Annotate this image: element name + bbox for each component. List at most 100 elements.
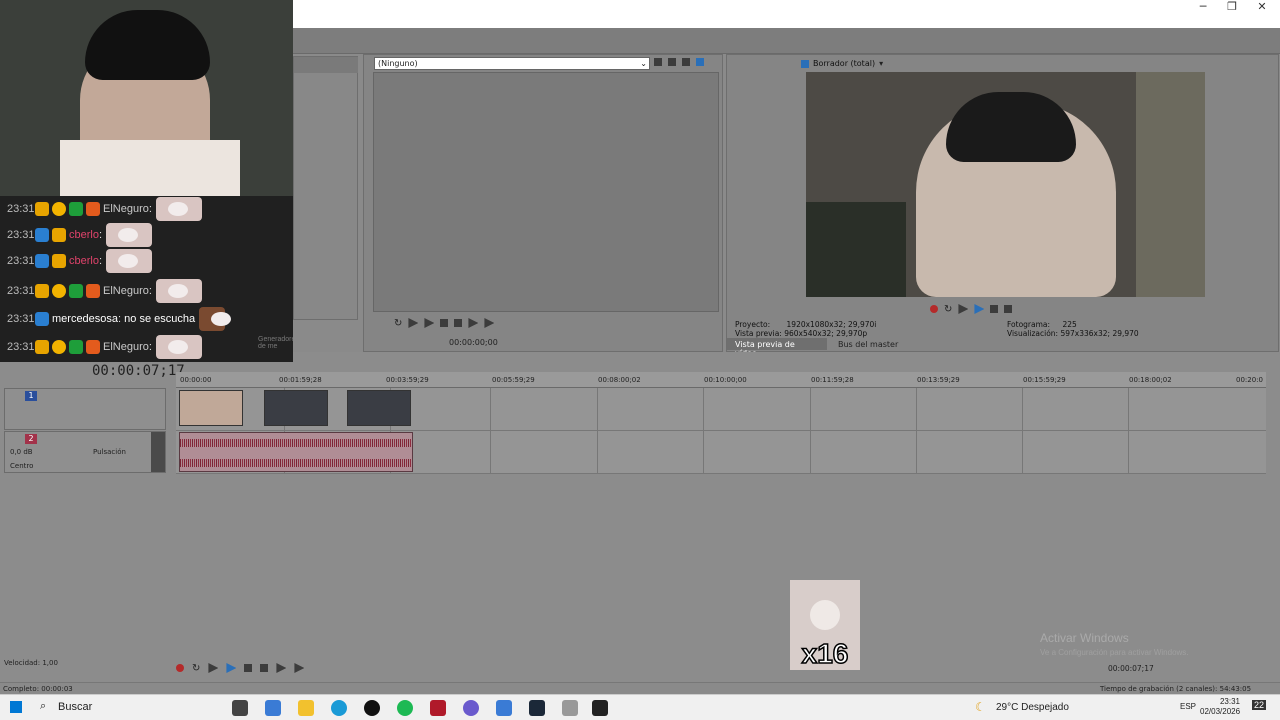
monitor-icon[interactable] bbox=[696, 58, 704, 66]
preview-quality-dropdown[interactable]: Borrador (total) bbox=[813, 59, 875, 68]
ruler-tick: 00:20:0 bbox=[1236, 376, 1263, 384]
stop-icon[interactable] bbox=[260, 664, 269, 672]
clock-date[interactable]: 02/03/2026 bbox=[1200, 707, 1240, 716]
tool-icon[interactable] bbox=[654, 58, 662, 66]
7tv-badge-icon bbox=[86, 340, 100, 354]
chat-time: 23:31 bbox=[7, 285, 35, 297]
audio-meter bbox=[151, 432, 165, 472]
tool-icon[interactable] bbox=[682, 58, 690, 66]
minimize-button[interactable]: ─ bbox=[1189, 0, 1217, 14]
app-icon[interactable] bbox=[562, 700, 578, 716]
audio-clip[interactable] bbox=[179, 432, 413, 472]
vegas-active-icon[interactable] bbox=[592, 700, 608, 716]
video-clip[interactable] bbox=[264, 390, 328, 426]
edge-browser-icon[interactable] bbox=[331, 700, 347, 716]
complete-status: Completo: 00:00:03 bbox=[3, 685, 73, 693]
edge-icon[interactable] bbox=[496, 700, 512, 716]
close-button[interactable]: ✕ bbox=[1248, 0, 1276, 14]
7tv-badge-icon bbox=[86, 284, 100, 298]
fotograma-label: Fotograma: bbox=[1007, 320, 1051, 329]
preview-settings-icon[interactable] bbox=[801, 59, 809, 68]
prime-badge-icon bbox=[35, 228, 49, 242]
chevron-down-icon: ⌄ bbox=[640, 59, 647, 68]
ruler-tick: 00:11:59;28 bbox=[811, 376, 854, 384]
pause-icon[interactable] bbox=[440, 319, 449, 327]
record-icon[interactable] bbox=[930, 305, 938, 313]
ruler-tick: 00:03:59;29 bbox=[386, 376, 429, 384]
video-track-lane[interactable] bbox=[176, 388, 1266, 431]
maximize-button[interactable]: ❐ bbox=[1218, 0, 1246, 14]
trimmer-tools bbox=[654, 58, 704, 66]
chat-sep: : bbox=[148, 285, 152, 297]
prev-frame-icon[interactable] bbox=[468, 318, 479, 328]
play-icon[interactable] bbox=[226, 663, 237, 673]
emote-image bbox=[106, 249, 153, 273]
vista-label: Vista previa: bbox=[735, 329, 782, 338]
chat-user: cberlo bbox=[69, 255, 99, 267]
trimmer-viewport[interactable] bbox=[373, 72, 719, 312]
clock-time[interactable]: 23:31 bbox=[1210, 697, 1240, 706]
loop-icon[interactable]: ↻ bbox=[394, 318, 402, 329]
timeline-ruler[interactable]: 00:00:00 00:01:59;28 00:03:59;29 00:05:5… bbox=[176, 372, 1266, 388]
app-icon[interactable] bbox=[463, 700, 479, 716]
tab-video-preview[interactable]: Vista previa de vídeo bbox=[727, 338, 827, 358]
chat-user: ElNeguro bbox=[103, 285, 149, 297]
audio-track-header[interactable]: 2 0,0 dB Centro Pulsación bbox=[4, 431, 166, 473]
mode-label: Pulsación bbox=[93, 448, 126, 456]
video-clip[interactable] bbox=[347, 390, 411, 426]
vegas-icon[interactable] bbox=[430, 700, 446, 716]
play-from-start-icon[interactable] bbox=[208, 663, 219, 673]
taskbar-search[interactable]: Buscar bbox=[58, 701, 92, 713]
volume-label: 0,0 dB bbox=[10, 448, 33, 456]
obs-icon[interactable] bbox=[364, 700, 380, 716]
pause-icon[interactable] bbox=[990, 305, 999, 313]
next-frame-icon[interactable] bbox=[484, 318, 495, 328]
visual-label: Visualización: bbox=[1007, 329, 1059, 338]
main-transport: ↻ bbox=[176, 660, 676, 676]
prev-frame-icon[interactable] bbox=[276, 663, 287, 673]
tab-label: Vista previa de vídeo bbox=[735, 340, 795, 358]
stop-icon[interactable] bbox=[454, 319, 463, 327]
trimmer-dropdown-value: (Ninguno) bbox=[378, 59, 418, 68]
chat-overlay: 23:31 ElNeguro: 23:31 cberlo: 23:31 cber… bbox=[0, 196, 293, 362]
spotify-icon[interactable] bbox=[397, 700, 413, 716]
video-clip[interactable] bbox=[179, 390, 243, 426]
chat-sep: : bbox=[98, 229, 103, 241]
play-from-start-icon[interactable] bbox=[408, 318, 419, 328]
tab-label: Bus del master bbox=[838, 340, 899, 349]
proyecto-label: Proyecto: bbox=[735, 320, 771, 329]
ruler-tick: 00:13:59;29 bbox=[917, 376, 960, 384]
play-icon[interactable] bbox=[424, 318, 435, 328]
preview-video bbox=[806, 72, 1205, 297]
file-explorer-icon[interactable] bbox=[298, 700, 314, 716]
fotograma-value: 225 bbox=[1062, 320, 1077, 329]
crown-badge-icon bbox=[52, 228, 66, 242]
steam-icon[interactable] bbox=[529, 700, 545, 716]
recording-time: Tiempo de grabación (2 canales): 54:43:0… bbox=[1100, 685, 1252, 693]
weather-text[interactable]: 29°C Despejado bbox=[996, 702, 1069, 713]
loop-icon[interactable]: ↻ bbox=[944, 304, 952, 315]
loop-icon[interactable]: ↻ bbox=[192, 663, 200, 674]
stop-icon[interactable] bbox=[1004, 305, 1013, 313]
preview-info-right: Fotograma: 225 Visualización: 597x336x32… bbox=[1007, 320, 1139, 338]
task-view-icon[interactable] bbox=[232, 700, 248, 716]
notification-badge[interactable]: 22 bbox=[1252, 700, 1267, 710]
emote-image bbox=[155, 197, 202, 221]
language-indicator[interactable]: ESP bbox=[1180, 702, 1196, 711]
play-icon[interactable] bbox=[974, 304, 985, 314]
record-icon[interactable] bbox=[176, 664, 184, 672]
search-icon[interactable]: ⌕ bbox=[40, 700, 46, 713]
video-track-header[interactable]: 1 bbox=[4, 388, 166, 430]
pan-label: Centro bbox=[10, 462, 34, 470]
ruler-tick: 00:00:00 bbox=[180, 376, 212, 384]
chat-message: 23:31 cberlo: bbox=[0, 222, 293, 248]
tool-icon[interactable] bbox=[668, 58, 676, 66]
edge-icon[interactable] bbox=[265, 700, 281, 716]
next-frame-icon[interactable] bbox=[294, 663, 305, 673]
pause-icon[interactable] bbox=[244, 664, 253, 672]
trimmer-dropdown[interactable]: (Ninguno) ⌄ bbox=[374, 57, 650, 70]
chat-time: 23:31 bbox=[7, 313, 35, 325]
play-from-start-icon[interactable] bbox=[958, 304, 969, 314]
tab-master-bus[interactable]: Bus del master bbox=[830, 338, 920, 350]
windows-start-icon[interactable] bbox=[10, 701, 22, 713]
